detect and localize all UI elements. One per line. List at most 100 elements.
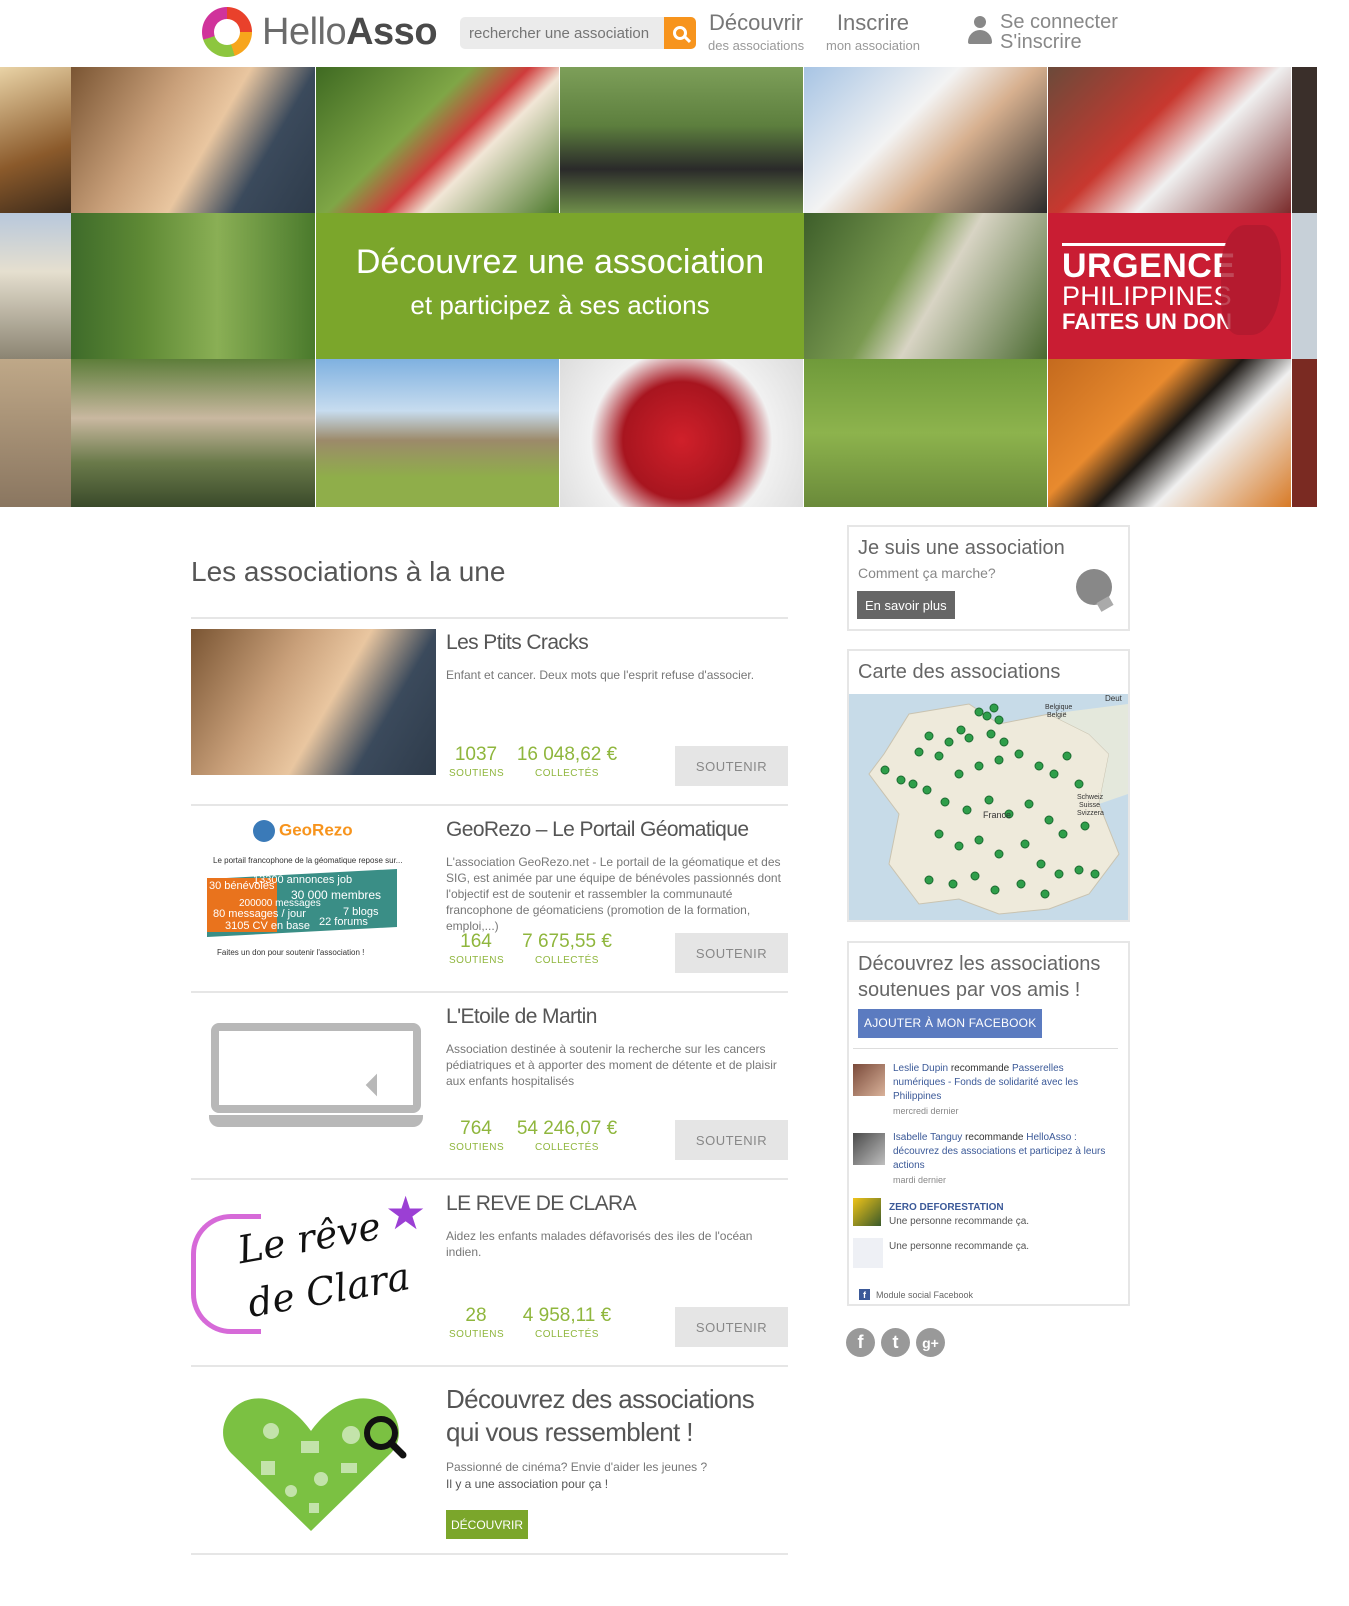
- featured-associations: Les associations à la une Les Ptits Crac…: [191, 530, 788, 1555]
- association-image[interactable]: [191, 1003, 436, 1149]
- fb-time: mardi dernier: [893, 1175, 947, 1185]
- photo-tile[interactable]: [71, 213, 315, 359]
- fb-box-title-line2: soutenues par vos amis !: [858, 979, 1081, 1001]
- promo-subtitle: et participez à ses actions: [410, 290, 710, 320]
- avatar[interactable]: [853, 1133, 885, 1165]
- association-name[interactable]: L'Etoile de Martin: [446, 1005, 597, 1029]
- georezo-stat: 22 forums: [319, 916, 368, 928]
- photo-tile[interactable]: [804, 67, 1047, 213]
- soutiens-label: SOUTIENS: [449, 1142, 505, 1153]
- avatar[interactable]: [853, 1064, 885, 1096]
- association-card: L'Etoile de Martin Association destinée …: [191, 991, 788, 1178]
- register-link[interactable]: S'inscrire: [1000, 32, 1118, 52]
- photo-tile[interactable]: [1048, 359, 1291, 507]
- photo-tile[interactable]: [71, 67, 315, 213]
- photo-tile[interactable]: [71, 359, 315, 507]
- soutiens-value: 28: [465, 1305, 487, 1326]
- en-savoir-plus-button[interactable]: En savoir plus: [857, 591, 955, 619]
- discover-text-line1: Passionné de cinéma? Envie d'aider les j…: [446, 1460, 708, 1474]
- map-label: België: [1047, 712, 1067, 719]
- map-label: Schweiz: [1077, 794, 1104, 801]
- association-map-box: Carte des associations Belgique België F…: [847, 649, 1130, 922]
- login-area: Se connecter S'inscrire: [968, 12, 1118, 52]
- facebook-icon[interactable]: f: [846, 1328, 875, 1357]
- association-image[interactable]: [191, 629, 436, 775]
- association-map[interactable]: Belgique België France Schweiz Suisse Sv…: [849, 694, 1128, 920]
- association-name[interactable]: GeoRezo – Le Portail Géomatique: [446, 818, 749, 842]
- nav-inscrire-label: Inscrire: [836, 10, 910, 35]
- photo-tile[interactable]: [560, 359, 803, 507]
- search-input[interactable]: [460, 17, 660, 49]
- fb-module-footer: f Module social Facebook: [859, 1289, 973, 1300]
- soutiens-value: 164: [460, 931, 492, 952]
- soutenir-button[interactable]: SOUTENIR: [675, 1307, 788, 1347]
- fb-box-title-line1: Découvrez les associations: [858, 953, 1101, 975]
- fb-footer-text[interactable]: Module social Facebook: [876, 1290, 973, 1300]
- hero-mosaic: Découvrez une association et participez …: [0, 67, 1317, 507]
- discover-similar-section: Découvrez des associations qui vous ress…: [191, 1365, 788, 1555]
- stat-collectes: 7 675,55 € COLLECTÉS: [513, 931, 621, 966]
- map-label: Belgique: [1045, 704, 1073, 711]
- soutenir-button[interactable]: SOUTENIR: [675, 933, 788, 973]
- soutiens-label: SOUTIENS: [449, 955, 505, 966]
- search-button[interactable]: [664, 17, 696, 49]
- fb-activity-item: Leslie Dupin recommande Passerelles numé…: [853, 1049, 1118, 1118]
- avatar[interactable]: [853, 1238, 883, 1268]
- fb-action-text: recommande: [950, 1063, 1010, 1074]
- stat-collectes: 54 246,07 € COLLECTÉS: [513, 1118, 621, 1153]
- association-description: Aidez les enfants malades défavorisés de…: [446, 1229, 753, 1259]
- photo-tile[interactable]: [560, 67, 803, 213]
- hero-promo-banner[interactable]: Découvrez une association et participez …: [316, 213, 804, 359]
- green-heart-icon: [223, 1398, 407, 1531]
- association-name[interactable]: LE REVE DE CLARA: [446, 1192, 637, 1216]
- facebook-icon: f: [859, 1289, 870, 1300]
- photo-tile[interactable]: [316, 67, 559, 213]
- urgence-philippines-banner[interactable]: URGENCE PHILIPPINES FAITES UN DON: [1048, 213, 1291, 359]
- stat-soutiens: 164 SOUTIENS: [449, 931, 505, 966]
- stat-collectes: 16 048,62 € COLLECTÉS: [513, 744, 621, 779]
- photo-tile[interactable]: [316, 359, 559, 507]
- association-description: Association destinée à soutenir la reche…: [446, 1042, 777, 1088]
- nav-inscrire[interactable]: Inscrire mon association: [826, 10, 920, 53]
- soutiens-value: 1037: [454, 744, 498, 765]
- photo-tile[interactable]: [1292, 213, 1317, 359]
- site-header: HelloAsso Découvrir des associations Ins…: [0, 0, 1349, 67]
- map-label: Svizzera: [1077, 810, 1104, 817]
- georezo-img-title: GeoRezo: [279, 820, 353, 840]
- association-image[interactable]: Le rêve de Clara ★: [191, 1190, 436, 1336]
- add-facebook-button[interactable]: AJOUTER À MON FACEBOOK: [858, 1009, 1043, 1038]
- photo-tile[interactable]: [0, 67, 71, 213]
- fb-activity-item: Isabelle Tanguy recommande HelloAsso : d…: [853, 1118, 1118, 1188]
- association-image[interactable]: GeoRezo Le portail francophone de la géo…: [191, 816, 436, 962]
- avatar[interactable]: [853, 1198, 881, 1226]
- association-info-box: Je suis une association Comment ça march…: [847, 525, 1130, 631]
- georezo-stat: 3105 CV en base: [225, 920, 311, 932]
- association-name[interactable]: Les Ptits Cracks: [446, 631, 589, 655]
- soutenir-button[interactable]: SOUTENIR: [675, 1120, 788, 1160]
- photo-tile[interactable]: [0, 213, 71, 359]
- georezo-logo: GeoRezo: [253, 820, 353, 842]
- photo-tile[interactable]: [1292, 67, 1317, 213]
- soutenir-button[interactable]: SOUTENIR: [675, 746, 788, 786]
- logo-text-bold: Asso: [346, 10, 438, 53]
- fb-user-name[interactable]: Isabelle Tanguy: [893, 1132, 962, 1143]
- fb-activity-item: ZERO DEFORESTATION Une personne recomman…: [853, 1188, 1118, 1232]
- fb-user-name[interactable]: Leslie Dupin: [893, 1063, 948, 1074]
- login-link[interactable]: Se connecter: [1000, 12, 1118, 32]
- nav-decouvrir-sub: des associations: [708, 38, 805, 53]
- fb-page-name[interactable]: ZERO DEFORESTATION: [889, 1201, 1118, 1215]
- twitter-icon[interactable]: t: [881, 1328, 910, 1357]
- helloasso-logo[interactable]: HelloAsso: [202, 6, 438, 58]
- search-icon: [673, 26, 687, 40]
- photo-tile[interactable]: [0, 359, 71, 507]
- photo-tile[interactable]: [804, 359, 1047, 507]
- google-plus-icon[interactable]: g+: [916, 1328, 945, 1357]
- map-label: Suisse: [1079, 802, 1101, 809]
- discover-title-line2: qui vous ressemblent !: [446, 1417, 694, 1447]
- decouvrir-button[interactable]: DÉCOUVRIR: [446, 1510, 528, 1539]
- photo-tile[interactable]: [1048, 67, 1291, 213]
- photo-tile[interactable]: [1292, 359, 1317, 507]
- nav-decouvrir[interactable]: Découvrir des associations: [708, 10, 804, 53]
- photo-tile[interactable]: [804, 213, 1047, 359]
- asso-box-title: Je suis une association: [858, 537, 1065, 559]
